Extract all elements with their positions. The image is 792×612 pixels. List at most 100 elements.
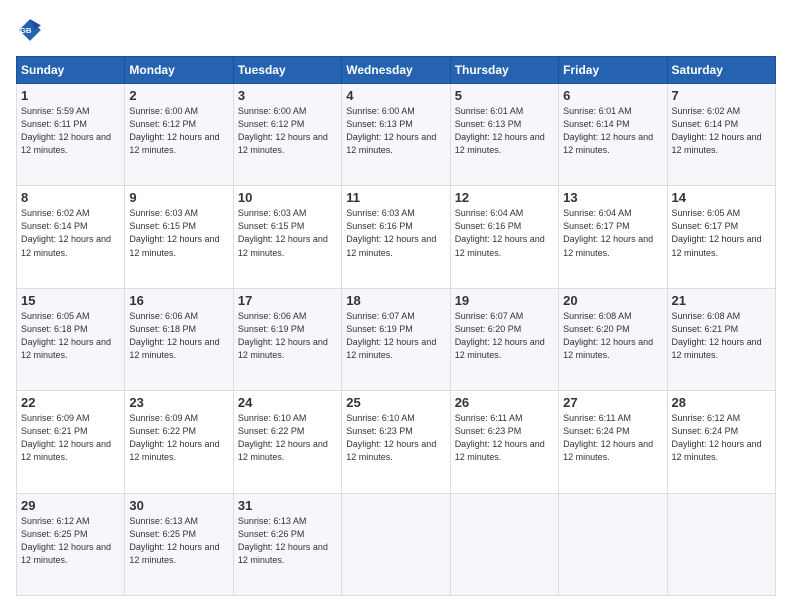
day-number: 1 [21,88,120,103]
day-number: 31 [238,498,337,513]
day-info: Sunrise: 6:00 AM Sunset: 6:12 PM Dayligh… [238,105,337,157]
logo-icon: GB [16,16,44,44]
calendar-cell: 29 Sunrise: 6:12 AM Sunset: 6:25 PM Dayli… [17,493,125,595]
day-number: 21 [672,293,771,308]
calendar-cell: 21 Sunrise: 6:08 AM Sunset: 6:21 PM Dayli… [667,288,775,390]
calendar-cell [450,493,558,595]
day-info: Sunrise: 6:10 AM Sunset: 6:23 PM Dayligh… [346,412,445,464]
calendar-cell: 20 Sunrise: 6:08 AM Sunset: 6:20 PM Dayli… [559,288,667,390]
day-number: 23 [129,395,228,410]
calendar-cell: 28Sunrise: 6:12 AM Sunset: 6:24 PM Dayli… [667,391,775,493]
day-number: 18 [346,293,445,308]
calendar-cell: 8 Sunrise: 6:02 AM Sunset: 6:14 PM Daylig… [17,186,125,288]
weekday-header-thursday: Thursday [450,57,558,84]
day-info: Sunrise: 6:02 AM Sunset: 6:14 PM Dayligh… [21,207,120,259]
calendar-cell: 13 Sunrise: 6:04 AM Sunset: 6:17 PM Dayli… [559,186,667,288]
calendar-cell: 9Sunrise: 6:03 AM Sunset: 6:15 PM Daylig… [125,186,233,288]
calendar-cell: 18 Sunrise: 6:07 AM Sunset: 6:19 PM Dayli… [342,288,450,390]
calendar-cell: 17 Sunrise: 6:06 AM Sunset: 6:19 PM Dayli… [233,288,341,390]
day-info: Sunrise: 6:10 AM Sunset: 6:22 PM Dayligh… [238,412,337,464]
page: GB SundayMondayTuesdayWednesdayThursdayF… [0,0,792,612]
calendar-cell [342,493,450,595]
day-number: 30 [129,498,228,513]
calendar-table: SundayMondayTuesdayWednesdayThursdayFrid… [16,56,776,596]
calendar-cell: 7Sunrise: 6:02 AM Sunset: 6:14 PM Daylig… [667,84,775,186]
day-number: 11 [346,190,445,205]
calendar-header: SundayMondayTuesdayWednesdayThursdayFrid… [17,57,776,84]
day-info: Sunrise: 6:12 AM Sunset: 6:25 PM Dayligh… [21,515,120,567]
day-number: 2 [129,88,228,103]
day-number: 26 [455,395,554,410]
calendar-cell: 2Sunrise: 6:00 AM Sunset: 6:12 PM Daylig… [125,84,233,186]
calendar-cell: 22Sunrise: 6:09 AM Sunset: 6:21 PM Dayli… [17,391,125,493]
calendar-cell: 15 Sunrise: 6:05 AM Sunset: 6:18 PM Dayli… [17,288,125,390]
day-info: Sunrise: 6:09 AM Sunset: 6:21 PM Dayligh… [21,412,120,464]
day-info: Sunrise: 6:13 AM Sunset: 6:25 PM Dayligh… [129,515,228,567]
calendar-cell: 6Sunrise: 6:01 AM Sunset: 6:14 PM Daylig… [559,84,667,186]
day-number: 10 [238,190,337,205]
calendar-cell: 12 Sunrise: 6:04 AM Sunset: 6:16 PM Dayli… [450,186,558,288]
day-info: Sunrise: 6:06 AM Sunset: 6:18 PM Dayligh… [129,310,228,362]
day-info: Sunrise: 6:05 AM Sunset: 6:18 PM Dayligh… [21,310,120,362]
day-info: Sunrise: 6:11 AM Sunset: 6:23 PM Dayligh… [455,412,554,464]
day-info: Sunrise: 6:03 AM Sunset: 6:16 PM Dayligh… [346,207,445,259]
calendar-body: 1 Sunrise: 5:59 AM Sunset: 6:11 PM Daylig… [17,84,776,596]
day-info: Sunrise: 6:01 AM Sunset: 6:13 PM Dayligh… [455,105,554,157]
weekday-header-monday: Monday [125,57,233,84]
svg-text:GB: GB [20,26,32,35]
calendar-cell: 23 Sunrise: 6:09 AM Sunset: 6:22 PM Dayli… [125,391,233,493]
calendar-cell: 16 Sunrise: 6:06 AM Sunset: 6:18 PM Dayli… [125,288,233,390]
calendar-cell: 19 Sunrise: 6:07 AM Sunset: 6:20 PM Dayli… [450,288,558,390]
day-info: Sunrise: 6:04 AM Sunset: 6:17 PM Dayligh… [563,207,662,259]
day-number: 20 [563,293,662,308]
weekday-row: SundayMondayTuesdayWednesdayThursdayFrid… [17,57,776,84]
day-info: Sunrise: 6:00 AM Sunset: 6:13 PM Dayligh… [346,105,445,157]
day-info: Sunrise: 6:06 AM Sunset: 6:19 PM Dayligh… [238,310,337,362]
day-number: 28 [672,395,771,410]
day-number: 4 [346,88,445,103]
day-number: 5 [455,88,554,103]
calendar-cell: 14 Sunrise: 6:05 AM Sunset: 6:17 PM Dayli… [667,186,775,288]
day-info: Sunrise: 6:11 AM Sunset: 6:24 PM Dayligh… [563,412,662,464]
calendar-cell: 25 Sunrise: 6:10 AM Sunset: 6:23 PM Dayli… [342,391,450,493]
calendar-cell: 24Sunrise: 6:10 AM Sunset: 6:22 PM Dayli… [233,391,341,493]
day-number: 13 [563,190,662,205]
day-info: Sunrise: 5:59 AM Sunset: 6:11 PM Dayligh… [21,105,120,157]
day-number: 17 [238,293,337,308]
header: GB [16,16,776,44]
calendar-cell: 1 Sunrise: 5:59 AM Sunset: 6:11 PM Daylig… [17,84,125,186]
weekday-header-tuesday: Tuesday [233,57,341,84]
day-number: 19 [455,293,554,308]
day-info: Sunrise: 6:07 AM Sunset: 6:19 PM Dayligh… [346,310,445,362]
day-info: Sunrise: 6:13 AM Sunset: 6:26 PM Dayligh… [238,515,337,567]
day-info: Sunrise: 6:08 AM Sunset: 6:20 PM Dayligh… [563,310,662,362]
day-number: 29 [21,498,120,513]
day-number: 8 [21,190,120,205]
calendar-cell: 10 Sunrise: 6:03 AM Sunset: 6:15 PM Dayli… [233,186,341,288]
day-number: 25 [346,395,445,410]
calendar-cell: 30 Sunrise: 6:13 AM Sunset: 6:25 PM Dayli… [125,493,233,595]
day-number: 12 [455,190,554,205]
weekday-header-saturday: Saturday [667,57,775,84]
weekday-header-sunday: Sunday [17,57,125,84]
day-info: Sunrise: 6:07 AM Sunset: 6:20 PM Dayligh… [455,310,554,362]
day-number: 14 [672,190,771,205]
day-number: 16 [129,293,228,308]
day-number: 15 [21,293,120,308]
calendar-cell: 26 Sunrise: 6:11 AM Sunset: 6:23 PM Dayli… [450,391,558,493]
calendar-cell: 4 Sunrise: 6:00 AM Sunset: 6:13 PM Daylig… [342,84,450,186]
day-info: Sunrise: 6:09 AM Sunset: 6:22 PM Dayligh… [129,412,228,464]
day-info: Sunrise: 6:03 AM Sunset: 6:15 PM Dayligh… [238,207,337,259]
day-number: 6 [563,88,662,103]
day-info: Sunrise: 6:08 AM Sunset: 6:21 PM Dayligh… [672,310,771,362]
calendar-cell: 3 Sunrise: 6:00 AM Sunset: 6:12 PM Daylig… [233,84,341,186]
calendar-week-2: 8 Sunrise: 6:02 AM Sunset: 6:14 PM Daylig… [17,186,776,288]
calendar-week-5: 29 Sunrise: 6:12 AM Sunset: 6:25 PM Dayli… [17,493,776,595]
day-info: Sunrise: 6:04 AM Sunset: 6:16 PM Dayligh… [455,207,554,259]
day-number: 27 [563,395,662,410]
day-number: 3 [238,88,337,103]
day-number: 7 [672,88,771,103]
day-info: Sunrise: 6:05 AM Sunset: 6:17 PM Dayligh… [672,207,771,259]
calendar-week-3: 15 Sunrise: 6:05 AM Sunset: 6:18 PM Dayli… [17,288,776,390]
weekday-header-friday: Friday [559,57,667,84]
